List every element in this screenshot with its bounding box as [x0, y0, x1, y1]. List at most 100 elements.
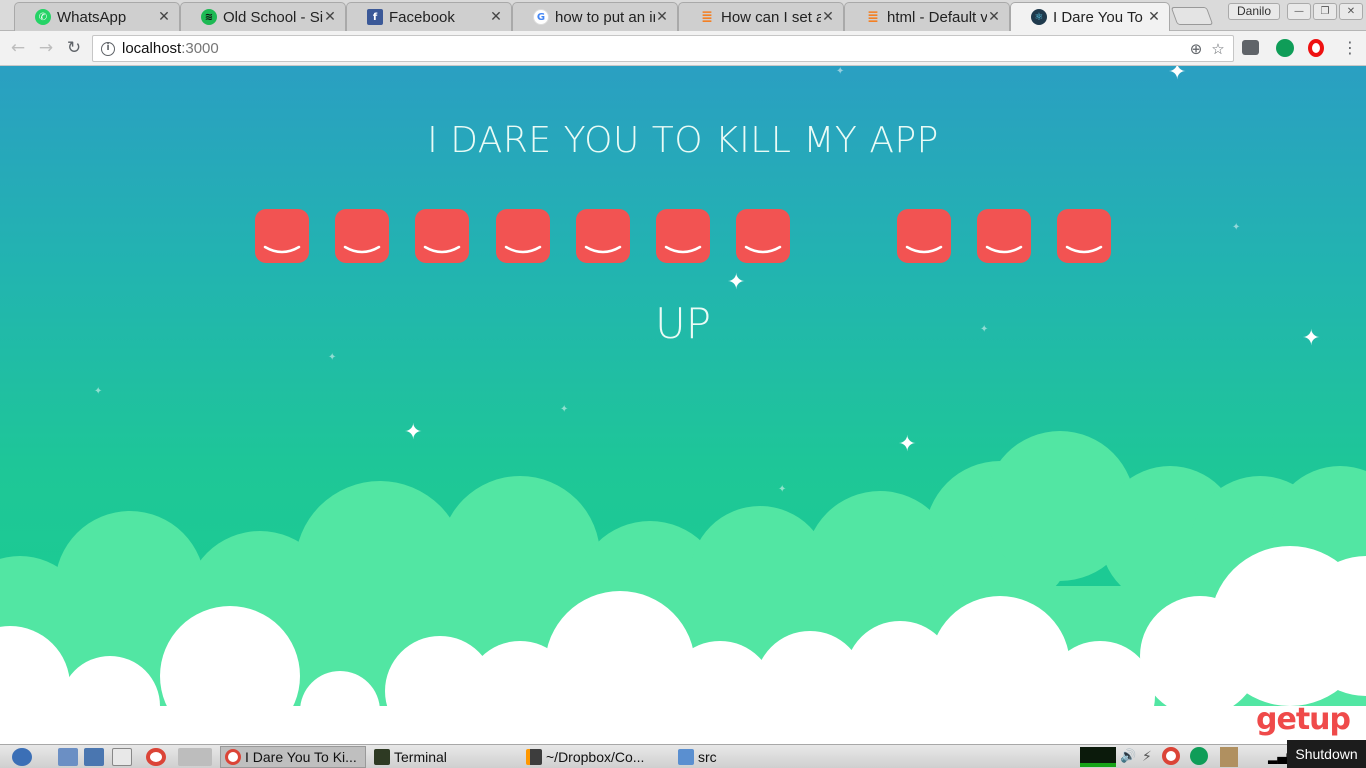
- url-host: localhost: [122, 40, 182, 57]
- bookmark-star-icon[interactable]: ☆: [1209, 40, 1227, 58]
- task-label: I Dare You To Ki...: [245, 749, 357, 765]
- smiley-face-icon[interactable]: [335, 209, 390, 263]
- close-icon[interactable]: ✕: [655, 9, 669, 25]
- getup-logo: getup: [1256, 702, 1351, 737]
- task-label: src: [698, 749, 717, 765]
- menu-icon[interactable]: ⋮: [1340, 38, 1360, 58]
- address-bar[interactable]: i localhost:3000 ⊕ ☆: [92, 35, 1234, 62]
- sparkle-icon: ✦: [94, 386, 103, 397]
- tab-title: WhatsApp: [57, 8, 127, 26]
- tab-active-app[interactable]: ⚛ I Dare You To Ki ✕: [1010, 2, 1170, 31]
- tab-title: html - Default v: [887, 8, 987, 26]
- sparkle-icon: ✦: [898, 432, 917, 457]
- smiley-face-icon[interactable]: [495, 209, 550, 263]
- close-icon[interactable]: ✕: [987, 9, 1001, 25]
- close-icon[interactable]: ✕: [821, 9, 835, 25]
- tab-stackoverflow-2[interactable]: ≣ html - Default v ✕: [844, 2, 1010, 31]
- task-sublime[interactable]: ~/Dropbox/Co...: [522, 746, 668, 768]
- close-icon[interactable]: ✕: [1147, 9, 1161, 25]
- task-label: ~/Dropbox/Co...: [546, 749, 645, 765]
- sparkle-icon: ✦: [1168, 66, 1187, 85]
- smiley-face-icon[interactable]: [736, 209, 791, 263]
- file-manager-icon[interactable]: [58, 748, 78, 766]
- sparkle-icon: ✦: [778, 484, 787, 495]
- instance-faces: [0, 209, 1366, 263]
- close-icon[interactable]: ✕: [489, 9, 503, 25]
- tab-whatsapp[interactable]: ✆ WhatsApp ✕: [14, 2, 180, 31]
- url-port: :3000: [181, 40, 219, 57]
- task-terminal[interactable]: Terminal: [370, 746, 516, 768]
- zoom-icon[interactable]: ⊕: [1187, 40, 1205, 58]
- new-tab-button[interactable]: [1170, 7, 1214, 25]
- sparkle-icon: ✦: [727, 270, 746, 295]
- sparkle-icon: ✦: [404, 420, 423, 445]
- reload-button[interactable]: ↻: [64, 38, 84, 58]
- cloud-background: [0, 431, 1366, 744]
- taskbar: I Dare You To Ki... Terminal ~/Dropbox/C…: [0, 744, 1366, 768]
- chrome-tray-icon[interactable]: [1162, 747, 1180, 765]
- smiley-face-icon[interactable]: [415, 209, 470, 263]
- info-icon[interactable]: i: [101, 41, 115, 56]
- tab-title: how to put an im: [555, 8, 655, 26]
- tab-google[interactable]: G how to put an im ✕: [512, 2, 678, 31]
- restore-button[interactable]: ❐: [1313, 3, 1337, 20]
- clipboard-icon[interactable]: [1220, 747, 1238, 767]
- back-button[interactable]: ←: [8, 38, 28, 58]
- pocket-icon[interactable]: [1242, 40, 1259, 55]
- smiley-face-icon[interactable]: [255, 209, 309, 263]
- sparkle-icon: ✦: [328, 352, 337, 363]
- workspace-icon[interactable]: [178, 748, 212, 766]
- terminal-icon: [374, 749, 390, 765]
- stackoverflow-icon: ≣: [867, 9, 879, 25]
- hangouts-tray-icon[interactable]: [1190, 747, 1208, 765]
- smiley-face-icon[interactable]: [1057, 209, 1111, 263]
- volume-icon[interactable]: 🔊: [1120, 747, 1136, 767]
- smiley-face-icon[interactable]: [976, 209, 1031, 263]
- profile-button[interactable]: Danilo: [1228, 3, 1280, 20]
- close-icon[interactable]: ✕: [323, 9, 337, 25]
- hangouts-icon[interactable]: [1276, 39, 1294, 57]
- smiley-face-icon[interactable]: [656, 209, 710, 263]
- tab-title: Old School - Sik: [223, 8, 323, 26]
- tab-facebook[interactable]: f Facebook ✕: [346, 2, 512, 31]
- start-menu-icon[interactable]: [12, 748, 32, 766]
- close-icon[interactable]: ✕: [157, 9, 171, 25]
- browser-toolbar: ← → ↻ i localhost:3000 ⊕ ☆ ⋮: [0, 31, 1366, 66]
- chrome-icon: [225, 749, 241, 765]
- sublime-icon: [526, 749, 542, 765]
- minimize-button[interactable]: —: [1287, 3, 1311, 20]
- cpu-monitor: [1080, 747, 1116, 767]
- task-chrome[interactable]: I Dare You To Ki...: [220, 746, 366, 768]
- shutdown-tooltip: Shutdown: [1287, 740, 1366, 768]
- network-icon[interactable]: [84, 748, 104, 766]
- window-icon[interactable]: [112, 748, 132, 766]
- tab-title: How can I set a: [721, 8, 821, 26]
- page-title: I DARE YOU TO KILL MY APP: [427, 120, 939, 161]
- chrome-launcher-icon[interactable]: [146, 748, 166, 766]
- task-label: Terminal: [394, 749, 447, 765]
- whatsapp-icon: ✆: [35, 9, 51, 25]
- google-icon: G: [533, 9, 549, 25]
- smiley-face-icon[interactable]: [896, 209, 951, 263]
- folder-icon: [678, 749, 694, 765]
- opera-icon[interactable]: [1308, 39, 1324, 57]
- app-status: UP: [654, 299, 712, 348]
- spotify-icon: ≋: [201, 9, 217, 25]
- signal-icon[interactable]: ▂▄▆: [1268, 747, 1296, 767]
- sparkle-icon: ✦: [560, 404, 569, 415]
- tab-title: Facebook: [389, 8, 455, 26]
- app-viewport: ✦ ✦ ✦ ✦ ✦ ✦ ✦ ✦ ✦ ✦ ✦ ✦ I DARE YOU TO KI…: [0, 66, 1366, 744]
- tab-stackoverflow-1[interactable]: ≣ How can I set a ✕: [678, 2, 844, 31]
- sparkle-icon: ✦: [836, 66, 845, 77]
- power-icon[interactable]: ⚡: [1142, 747, 1154, 767]
- facebook-icon: f: [367, 9, 383, 25]
- tab-spotify[interactable]: ≋ Old School - Sik ✕: [180, 2, 346, 31]
- tab-title: I Dare You To Ki: [1053, 8, 1147, 26]
- browser-tabstrip: ✆ WhatsApp ✕ ≋ Old School - Sik ✕ f Face…: [0, 0, 1366, 31]
- stackoverflow-icon: ≣: [701, 9, 713, 25]
- task-folder[interactable]: src: [674, 746, 820, 768]
- window-close-button[interactable]: ✕: [1339, 3, 1363, 20]
- react-icon: ⚛: [1031, 9, 1047, 25]
- forward-button[interactable]: →: [36, 38, 56, 58]
- smiley-face-icon[interactable]: [575, 209, 630, 263]
